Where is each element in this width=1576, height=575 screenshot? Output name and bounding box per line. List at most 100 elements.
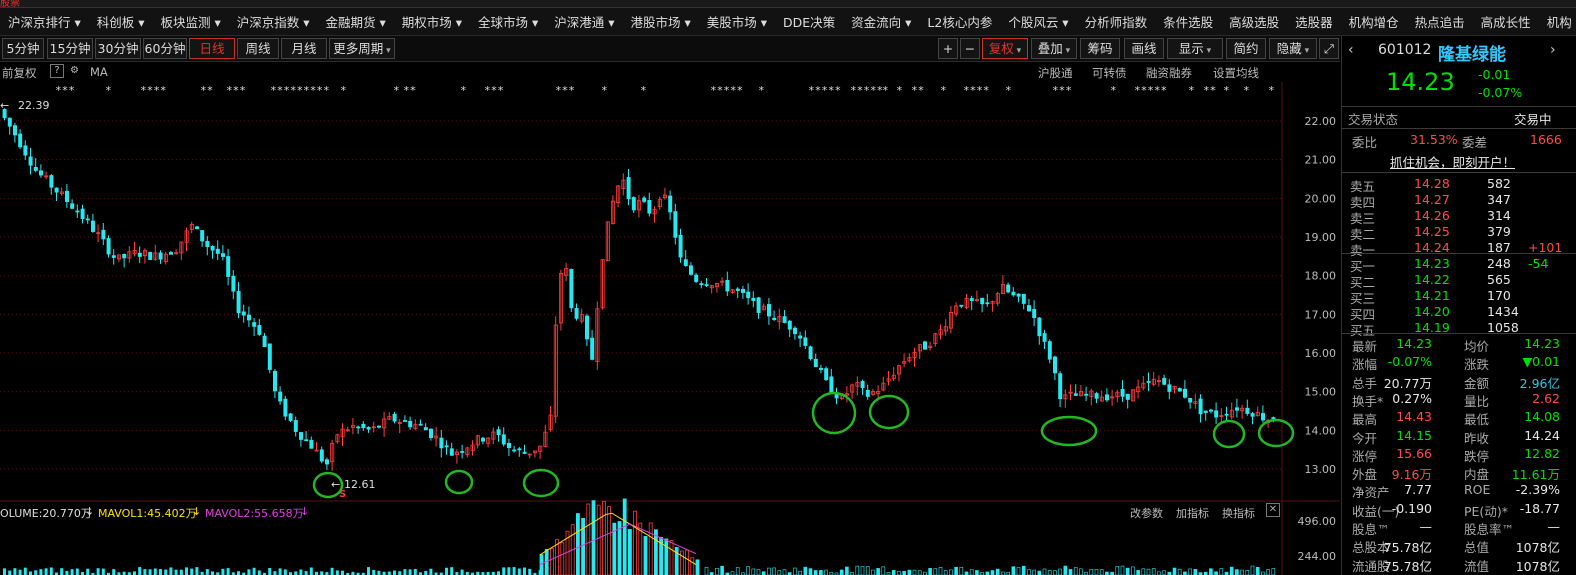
nav-item[interactable]: 资金流向 ▾ (843, 12, 919, 31)
nav-item[interactable]: 高成长性 (1473, 12, 1539, 31)
volume-bar (174, 569, 178, 575)
nav-item[interactable]: 条件选股 (1155, 12, 1221, 31)
candle-body (23, 145, 28, 156)
prev-stock-icon[interactable]: ‹ (1348, 42, 1354, 58)
nav-item[interactable]: L2核心内参 (919, 12, 1000, 31)
switch-indicator-button[interactable]: 换指标 (1222, 505, 1255, 521)
promo-link[interactable]: 抓住机会，即刻开户！ (1390, 152, 1515, 171)
candle-body (735, 288, 740, 291)
candle-body (12, 125, 17, 136)
stat-row: 外盘 9.16万 内盘 11.61万 (1342, 464, 1576, 482)
link-hk-connect[interactable]: 沪股通 (1038, 65, 1073, 81)
next-stock-icon[interactable]: › (1550, 42, 1556, 58)
candle-body (444, 445, 449, 448)
volume-bar (897, 570, 901, 575)
news-marker: * (882, 84, 889, 97)
volume-bar (1027, 569, 1031, 575)
status-value: 交易中 (1514, 112, 1552, 127)
period-daily[interactable]: 日线 (189, 38, 235, 59)
volume-bar (1188, 568, 1192, 575)
stat-value: 1078亿 (1515, 540, 1560, 556)
chips-button[interactable]: 筹码 (1080, 38, 1120, 59)
fullscreen-icon[interactable]: ⤢ (1319, 38, 1339, 59)
volume-bar (283, 569, 287, 575)
display-dropdown[interactable]: 显示 (1167, 38, 1223, 59)
nav-item[interactable]: 全球市场 ▾ (470, 12, 546, 31)
nav-item[interactable]: 热点追击 (1407, 12, 1473, 31)
overlay-dropdown[interactable]: 叠加 (1031, 38, 1077, 59)
candle-body (585, 315, 590, 340)
nav-item[interactable]: 美股市场 ▾ (699, 12, 775, 31)
simple-button[interactable]: 简约 (1226, 38, 1266, 59)
close-icon[interactable]: ✕ (1266, 503, 1280, 517)
zoom-in-button[interactable]: + (938, 38, 958, 59)
period-more-dropdown[interactable]: 更多周期 (329, 38, 395, 59)
nav-item[interactable]: 沪深京排行 ▾ (0, 12, 89, 31)
adjust-label[interactable]: 前复权 (2, 65, 37, 81)
volume-bar (969, 569, 974, 575)
candle-body (361, 423, 366, 429)
nav-item[interactable]: 选股器 (1287, 12, 1341, 31)
level-volume: 379 (1487, 224, 1511, 239)
period-monthly[interactable]: 月线 (281, 38, 327, 59)
hide-dropdown[interactable]: 隐藏 (1269, 38, 1317, 59)
candle-body (803, 337, 808, 346)
change-params-button[interactable]: 改参数 (1130, 505, 1163, 521)
period-15min[interactable]: 15分钟 (47, 38, 93, 59)
period-weekly[interactable]: 周线 (237, 38, 279, 59)
nav-item[interactable]: 期权市场 ▾ (394, 12, 470, 31)
news-marker: ** (403, 84, 416, 97)
help-icon[interactable]: ? (50, 64, 64, 78)
volume-bar (1193, 569, 1198, 575)
ask-row: 卖三 14.26 314 (1342, 208, 1576, 226)
nav-item[interactable]: 机构增仓 (1341, 12, 1407, 31)
volume-bar (1240, 569, 1244, 575)
candle-body (969, 298, 974, 302)
link-margin[interactable]: 融资融券 (1146, 65, 1192, 81)
ma-label[interactable]: MA (90, 65, 108, 79)
stock-name: 隆基绿能 (1438, 45, 1506, 65)
stat-row: 涨幅 -0.07% 涨跌 ▼0.01 (1342, 354, 1576, 372)
link-convertible[interactable]: 可转债 (1092, 65, 1127, 81)
nav-item[interactable]: 港股市场 ▾ (623, 12, 699, 31)
volume-bar (917, 570, 922, 575)
nav-item[interactable]: 个股风云 ▾ (1000, 12, 1076, 31)
news-marker: * (1243, 84, 1250, 97)
add-indicator-button[interactable]: 加指标 (1176, 505, 1209, 521)
period-60min[interactable]: 60分钟 (143, 38, 187, 59)
candle-body (647, 200, 652, 214)
y-tick-label: 15.00 (1305, 386, 1337, 399)
nav-item[interactable]: 分析师指数 (1077, 12, 1156, 31)
nav-item[interactable]: 高级选股 (1221, 12, 1287, 31)
settings-gear-icon[interactable]: ⚙ (70, 65, 79, 76)
adjust-dropdown[interactable]: 复权 (982, 38, 1028, 59)
zoom-out-button[interactable]: − (960, 38, 980, 59)
link-ma-settings[interactable]: 设置均线 (1213, 65, 1259, 81)
diff-value: 1666 (1530, 132, 1562, 147)
candle-body (699, 283, 704, 285)
candle-body (267, 343, 272, 370)
draw-line-button[interactable]: 画线 (1124, 38, 1164, 59)
nav-item[interactable]: 沪深京指数 ▾ (229, 12, 318, 31)
period-5min[interactable]: 5分钟 (2, 38, 44, 59)
nav-item[interactable]: 科创板 ▾ (89, 12, 153, 31)
candle-body (1167, 384, 1172, 392)
volume-bar (49, 567, 53, 575)
candle-body (91, 220, 96, 232)
nav-item[interactable]: 机构 (1539, 12, 1576, 31)
kline-chart[interactable]: 22.00 21.00 20.00 19.00 18.00 17.00 16.00 15.00… (0, 82, 1340, 575)
volume-bar (793, 567, 797, 575)
period-30min[interactable]: 30分钟 (95, 38, 141, 59)
stat-row: 换手* 0.27% 量比 2.62 (1342, 391, 1576, 409)
candle-body (819, 367, 824, 370)
news-marker: **** (140, 84, 167, 97)
nav-item[interactable]: 板块监测 ▾ (153, 12, 229, 31)
nav-item[interactable]: DDE决策 (775, 12, 843, 31)
volume-bar (669, 540, 674, 575)
volume-bar (393, 570, 396, 575)
volume-bar (408, 569, 412, 575)
nav-item[interactable]: 金融期货 ▾ (318, 12, 394, 31)
stat-row: 收益(一) -0.190 PE(动)* -18.77 (1342, 501, 1576, 519)
candle-body (1188, 397, 1193, 403)
nav-item[interactable]: 沪深港通 ▾ (546, 12, 622, 31)
